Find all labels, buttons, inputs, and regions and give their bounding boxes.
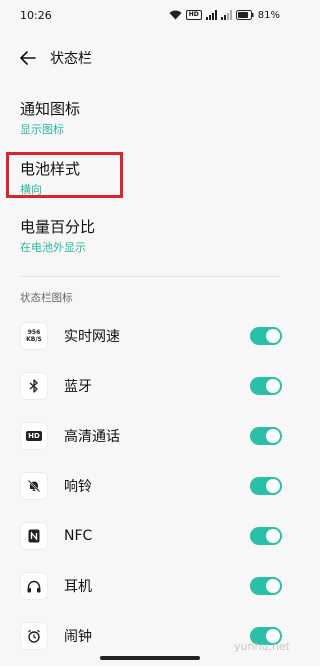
headphones-toggle[interactable] [250, 577, 282, 595]
status-time: 10:26 [20, 8, 52, 22]
setting-title: 电量百分比 [20, 218, 96, 236]
highlight-annotation-box [6, 152, 123, 198]
network-speed-icon: 956 KB/S [20, 322, 48, 350]
headphones-icon [20, 572, 48, 600]
gesture-navigation-bar[interactable] [100, 656, 200, 660]
hd-call-icon: HD [20, 422, 48, 450]
row-label: 蓝牙 [64, 379, 92, 395]
battery-icon [235, 10, 254, 20]
row-label: 耳机 [64, 579, 92, 595]
status-bar: 10:26 HD 81% [0, 0, 300, 30]
setting-notification-icons[interactable]: 通知图标 显示图标 [20, 98, 280, 144]
speed-icon-unit: KB/S [26, 336, 42, 343]
row-label: NFC [64, 528, 93, 544]
alarm-icon [20, 622, 48, 650]
row-bluetooth[interactable]: 蓝牙 [20, 366, 282, 406]
signal-icon-secondary [220, 10, 232, 20]
section-label: 状态栏图标 [20, 292, 73, 304]
hd-badge: HD [185, 10, 202, 20]
row-headphones[interactable]: 耳机 [20, 566, 282, 606]
watermark: yunhu.net [234, 640, 290, 653]
setting-title: 通知图标 [20, 100, 81, 118]
bluetooth-toggle[interactable] [250, 377, 282, 395]
page-title: 状态栏 [50, 51, 92, 67]
setting-value: 显示图标 [20, 123, 64, 136]
battery-percent: 81% [257, 9, 280, 21]
row-label: 响铃 [64, 479, 92, 495]
setting-battery-percentage[interactable]: 电量百分比 在电池外显示 [20, 216, 280, 262]
row-label: 闹钟 [64, 629, 92, 645]
back-button[interactable] [18, 48, 38, 68]
row-ringer[interactable]: 响铃 [20, 466, 282, 506]
row-label: 实时网速 [64, 329, 120, 345]
row-nfc[interactable]: NFC [20, 516, 282, 556]
section-divider [20, 276, 280, 277]
back-arrow-icon [20, 51, 36, 65]
status-icons: HD 81% [169, 10, 280, 21]
row-hd-call[interactable]: HD 高清通话 [20, 416, 282, 456]
hd-call-icon-text: HD [26, 431, 42, 441]
nfc-toggle[interactable] [250, 527, 282, 545]
bell-off-icon [20, 472, 48, 500]
network-speed-toggle[interactable] [250, 327, 282, 345]
signal-icon [205, 10, 217, 20]
ringer-toggle[interactable] [250, 477, 282, 495]
bluetooth-icon [20, 372, 48, 400]
setting-value: 在电池外显示 [20, 241, 86, 254]
row-network-speed[interactable]: 956 KB/S 实时网速 [20, 316, 282, 356]
page-header: 状态栏 [0, 40, 300, 76]
hd-call-toggle[interactable] [250, 427, 282, 445]
row-label: 高清通话 [64, 429, 120, 445]
speed-icon-value: 956 [27, 329, 41, 336]
wifi-icon [169, 10, 182, 20]
nfc-icon [20, 522, 48, 550]
